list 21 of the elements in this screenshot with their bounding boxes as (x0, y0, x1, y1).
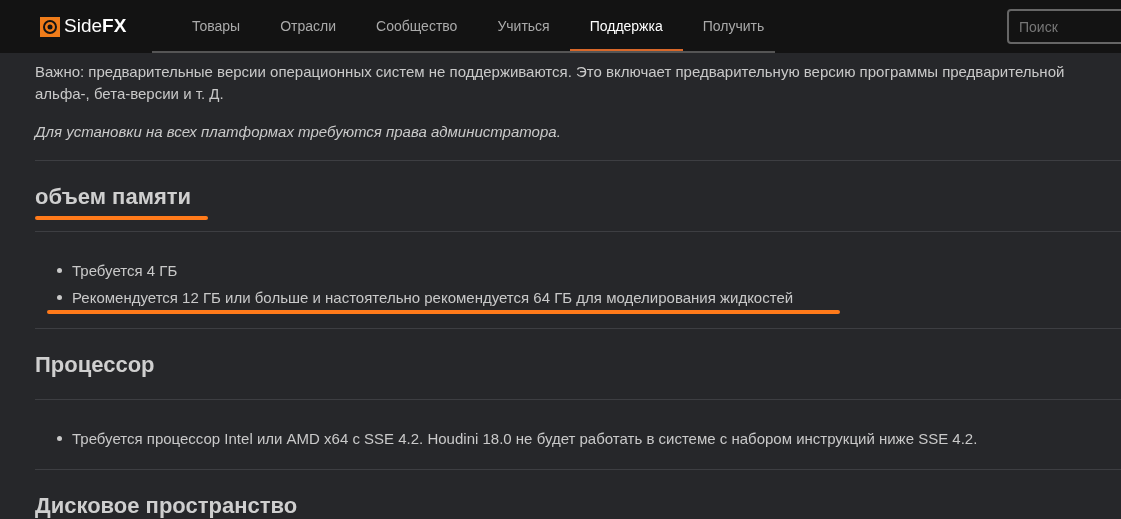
notice-text: альфа-, бета-версии и т. Д. (35, 84, 225, 104)
notice-text: Важно: предварительные версии операционных систем не поддерживаются. Это включает предварительную версию программы предварительной (35, 62, 1066, 82)
nav-link[interactable]: Отрасли (260, 0, 357, 53)
bullet-icon (57, 268, 62, 273)
bullet-icon (57, 295, 62, 300)
nav-link[interactable]: Сообщество (356, 0, 478, 53)
section-heading: Дисковое пространство (35, 491, 298, 519)
nav-link[interactable]: Поддержка (569, 0, 683, 53)
nav-link[interactable]: Учиться (477, 0, 570, 53)
list-item-text: Требуется 4 ГБ (72, 261, 178, 281)
nav-link[interactable]: Получить (682, 0, 785, 53)
list-item-text: Рекомендуется 12 ГБ или больше и настоятельно рекомендуется 64 ГБ для моделирования жидкостей (72, 288, 794, 308)
section-heading: Процессор (35, 350, 155, 379)
bullet-icon (57, 436, 62, 441)
search-field[interactable]: Поиск (1007, 9, 1121, 44)
logo-icon (40, 16, 60, 37)
list-item-text: Требуется процессор Intel или AMD x64 с SSE 4.2. Houdini 18.0 не будет работать в системе с набором инструкций ниже SSE 4.2. (72, 429, 978, 449)
admin-note: Для установки на всех платформах требуются права администратора. (35, 122, 562, 142)
logo-text[interactable]: SideFX (64, 12, 127, 41)
nav-link[interactable]: Товары (172, 0, 261, 53)
section-heading: объем памяти (35, 182, 192, 211)
